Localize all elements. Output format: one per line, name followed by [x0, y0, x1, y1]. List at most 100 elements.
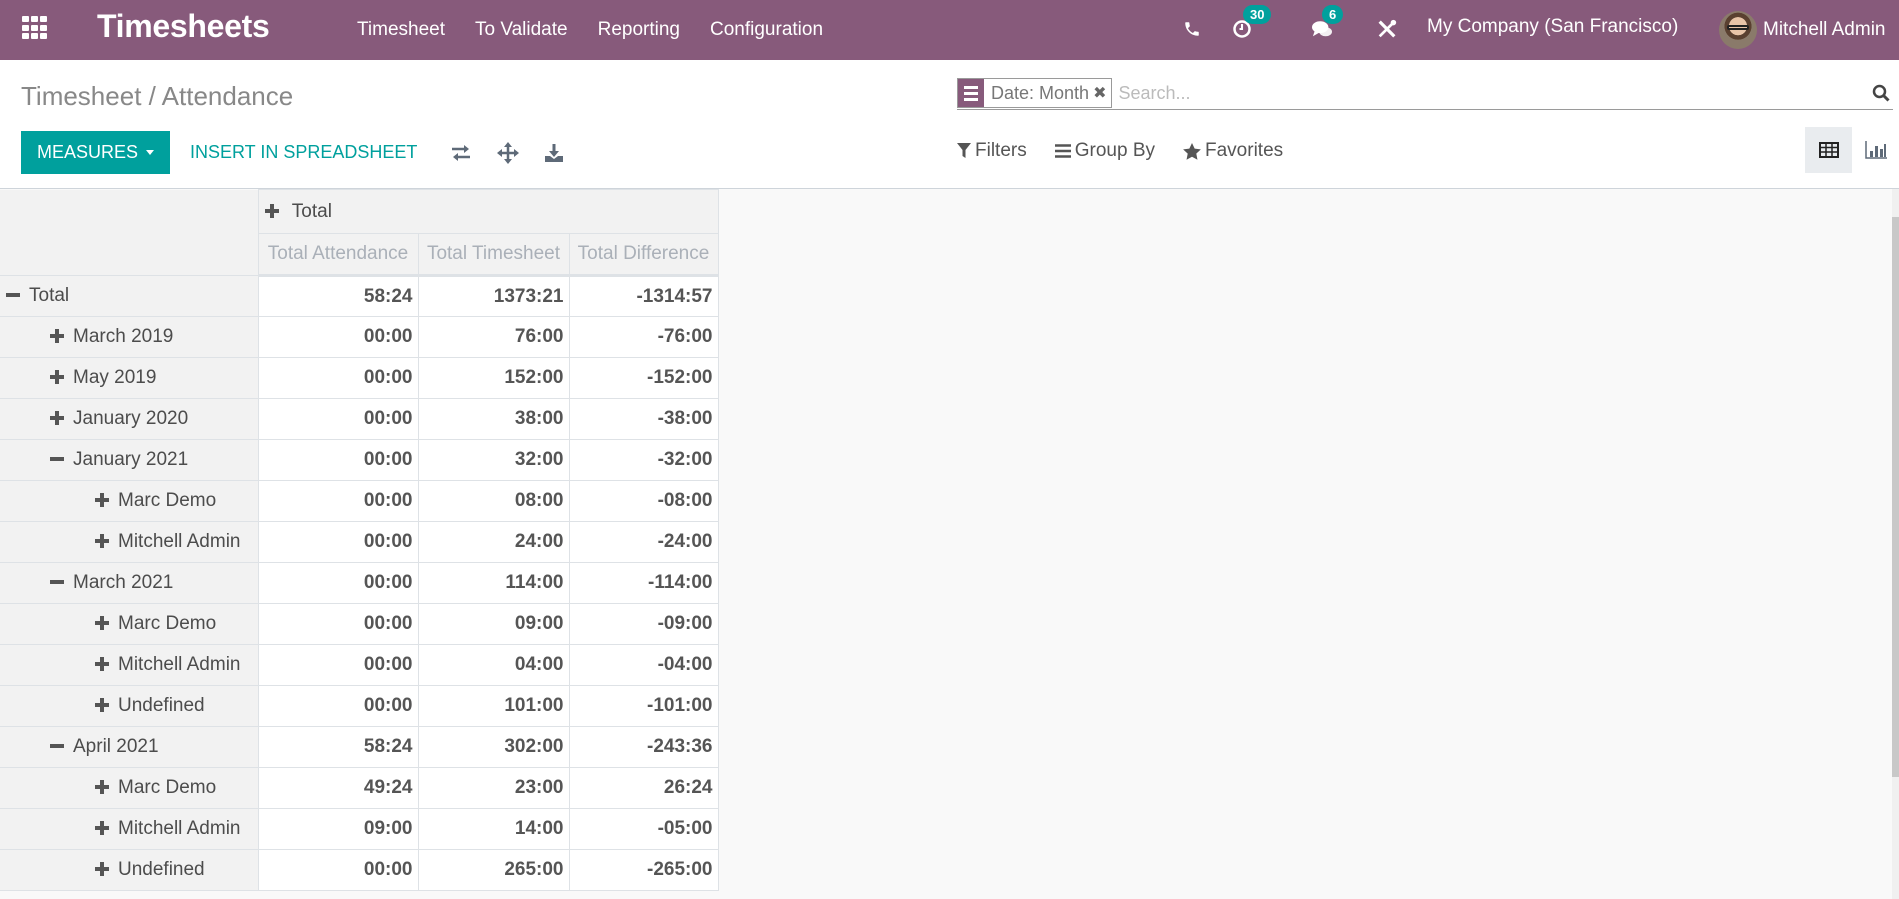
row-header[interactable]: Mitchell Admin — [0, 644, 259, 686]
cell-attendance[interactable]: 00:00 — [257, 521, 419, 563]
search-facet: Date: Month ✖ — [957, 78, 1113, 108]
row-header[interactable]: Marc Demo — [0, 480, 259, 522]
cell-attendance[interactable]: 00:00 — [257, 316, 419, 358]
cell-timesheet[interactable]: 265:00 — [417, 849, 570, 891]
cell-timesheet[interactable]: 152:00 — [417, 357, 570, 399]
star-icon — [1183, 142, 1201, 160]
cell-difference[interactable]: 26:24 — [568, 767, 719, 809]
cell-difference[interactable]: -05:00 — [568, 808, 719, 850]
cell-difference[interactable]: -243:36 — [568, 726, 719, 768]
cell-timesheet[interactable]: 101:00 — [417, 685, 570, 727]
cell-timesheet[interactable]: 23:00 — [417, 767, 570, 809]
user-menu[interactable]: Mitchell Admin — [1719, 7, 1886, 53]
row-header[interactable]: Total — [0, 275, 259, 317]
measures-button[interactable]: Measures — [21, 131, 170, 174]
vertical-scrollbar[interactable] — [1892, 189, 1899, 899]
graph-view-button[interactable] — [1852, 127, 1899, 173]
row-header[interactable]: March 2021 — [0, 562, 259, 604]
cell-timesheet[interactable]: 08:00 — [417, 480, 570, 522]
cell-timesheet[interactable]: 24:00 — [417, 521, 570, 563]
cell-difference[interactable]: -24:00 — [568, 521, 719, 563]
cell-timesheet[interactable]: 302:00 — [417, 726, 570, 768]
cell-difference[interactable]: -265:00 — [568, 849, 719, 891]
cell-difference[interactable]: -04:00 — [568, 644, 719, 686]
phone-icon[interactable] — [1181, 17, 1203, 41]
cell-attendance[interactable]: 49:24 — [257, 767, 419, 809]
measure-header-difference[interactable]: Total Difference — [568, 233, 719, 277]
row-header[interactable]: Marc Demo — [0, 767, 259, 809]
measure-header-attendance[interactable]: Total Attendance — [257, 233, 419, 277]
cell-timesheet[interactable]: 76:00 — [417, 316, 570, 358]
cell-timesheet[interactable]: 32:00 — [417, 439, 570, 481]
cell-timesheet[interactable]: 38:00 — [417, 398, 570, 440]
user-name: Mitchell Admin — [1763, 19, 1886, 40]
cell-attendance[interactable]: 00:00 — [257, 849, 419, 891]
row-label: Marc Demo — [118, 490, 217, 511]
debug-tools-icon[interactable] — [1375, 17, 1399, 41]
row-label: Total — [29, 285, 70, 306]
measure-header-timesheet[interactable]: Total Timesheet — [417, 233, 570, 277]
group-by-button[interactable]: Group By — [1054, 140, 1155, 162]
cell-timesheet[interactable]: 1373:21 — [417, 275, 570, 317]
search-icon[interactable] — [1869, 81, 1893, 105]
expand-icon — [50, 329, 64, 343]
pivot-view-button[interactable] — [1805, 127, 1852, 173]
cell-timesheet[interactable]: 14:00 — [417, 808, 570, 850]
cell-attendance[interactable]: 09:00 — [257, 808, 419, 850]
col-group-header-total[interactable]: Total — [257, 189, 719, 234]
cell-attendance[interactable]: 58:24 — [257, 275, 419, 317]
row-header[interactable]: April 2021 — [0, 726, 259, 768]
cell-difference[interactable]: -152:00 — [568, 357, 719, 399]
cell-attendance[interactable]: 00:00 — [257, 603, 419, 645]
cell-difference[interactable]: -08:00 — [568, 480, 719, 522]
cell-difference[interactable]: -09:00 — [568, 603, 719, 645]
cell-attendance[interactable]: 00:00 — [257, 398, 419, 440]
row-header[interactable]: May 2019 — [0, 357, 259, 399]
download-icon[interactable] — [541, 140, 567, 166]
row-header[interactable]: January 2020 — [0, 398, 259, 440]
breadcrumb: Timesheet / Attendance — [21, 81, 294, 111]
cell-difference[interactable]: -38:00 — [568, 398, 719, 440]
row-header[interactable]: March 2019 — [0, 316, 259, 358]
row-header[interactable]: Mitchell Admin — [0, 808, 259, 850]
measures-label: Measures — [36, 142, 139, 162]
insert-in-spreadsheet-button[interactable]: Insert in Spreadsheet — [190, 131, 417, 174]
filters-button[interactable]: Filters — [957, 140, 1027, 162]
scrollbar-thumb[interactable] — [1892, 217, 1899, 777]
search-input[interactable] — [1112, 82, 1869, 104]
row-label: Undefined — [118, 695, 205, 716]
cell-difference[interactable]: -76:00 — [568, 316, 719, 358]
cell-difference[interactable]: -32:00 — [568, 439, 719, 481]
cell-attendance[interactable]: 00:00 — [257, 562, 419, 604]
expand-all-icon[interactable] — [495, 140, 521, 166]
company-switcher[interactable]: My Company (San Francisco) — [1427, 16, 1678, 38]
pivot-row: January 2020 00:00 38:00 -38:00 — [0, 398, 719, 440]
cell-difference[interactable]: -114:00 — [568, 562, 719, 604]
cell-attendance[interactable]: 00:00 — [257, 644, 419, 686]
cell-attendance[interactable]: 00:00 — [257, 357, 419, 399]
messages-icon[interactable]: 6 — [1310, 5, 1344, 41]
row-header[interactable]: Undefined — [0, 685, 259, 727]
pivot-corner — [0, 189, 259, 276]
cell-attendance[interactable]: 00:00 — [257, 480, 419, 522]
row-label: January 2021 — [73, 449, 189, 470]
cell-timesheet[interactable]: 04:00 — [417, 644, 570, 686]
cell-difference[interactable]: -101:00 — [568, 685, 719, 727]
pivot-row: Mitchell Admin 00:00 04:00 -04:00 — [0, 644, 719, 686]
favorites-button[interactable]: Favorites — [1183, 140, 1283, 162]
pivot-row: Undefined 00:00 101:00 -101:00 — [0, 685, 719, 727]
cell-attendance[interactable]: 00:00 — [257, 439, 419, 481]
cell-timesheet[interactable]: 09:00 — [417, 603, 570, 645]
row-header[interactable]: Undefined — [0, 849, 259, 891]
row-header[interactable]: Marc Demo — [0, 603, 259, 645]
cell-difference[interactable]: -1314:57 — [568, 275, 719, 317]
flip-axis-icon[interactable] — [448, 140, 474, 166]
search-options: Filters Group By Favorites — [957, 140, 1311, 162]
facet-remove-icon[interactable]: ✖ — [1093, 79, 1111, 107]
row-header[interactable]: Mitchell Admin — [0, 521, 259, 563]
cell-attendance[interactable]: 00:00 — [257, 685, 419, 727]
activity-clock-icon[interactable]: 30 — [1231, 5, 1272, 41]
cell-timesheet[interactable]: 114:00 — [417, 562, 570, 604]
row-header[interactable]: January 2021 — [0, 439, 259, 481]
cell-attendance[interactable]: 58:24 — [257, 726, 419, 768]
